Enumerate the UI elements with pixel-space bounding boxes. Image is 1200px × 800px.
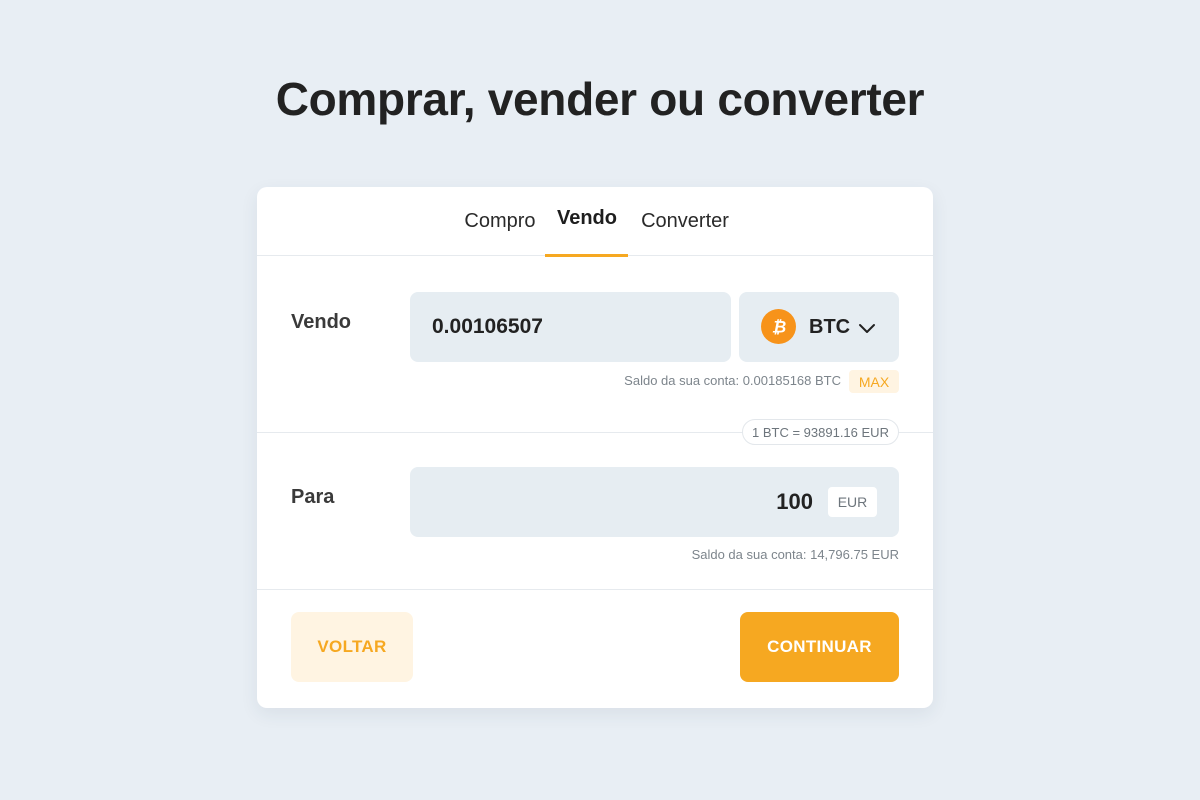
chevron-down-icon xyxy=(857,318,877,338)
sell-amount-value: 0.00106507 xyxy=(432,315,543,338)
exchange-rate-badge: 1 BTC = 93891.16 EUR xyxy=(742,419,899,445)
tab-buy[interactable]: Compro xyxy=(455,187,545,256)
tab-convert[interactable]: Converter xyxy=(635,187,735,256)
coin-selector-label: BTC xyxy=(809,315,851,338)
continue-button[interactable]: CONTINUAR xyxy=(740,612,899,682)
sell-amount-input[interactable]: 0.00106507 xyxy=(410,292,731,362)
currency-tag: EUR xyxy=(828,487,877,517)
svg-text:₿: ₿ xyxy=(771,317,785,336)
sell-row-label: Vendo xyxy=(291,311,352,333)
page-title: Comprar, vender ou converter xyxy=(275,73,925,125)
receive-balance-text: Saldo da sua conta: 14,796.75 EUR xyxy=(691,547,899,562)
tab-sell[interactable]: Vendo xyxy=(545,187,629,256)
sell-balance-text: Saldo da sua conta: 0.00185168 BTC xyxy=(624,373,841,388)
coin-selector[interactable]: ₿ BTC xyxy=(739,292,899,362)
footer-divider xyxy=(257,589,933,590)
receive-amount-input[interactable]: 100 EUR xyxy=(410,467,899,537)
back-button[interactable]: VOLTAR xyxy=(291,612,413,682)
trade-card: Compro Vendo Converter Vendo 0.00106507 … xyxy=(257,187,933,708)
bitcoin-icon: ₿ xyxy=(761,309,796,344)
max-button[interactable]: MAX xyxy=(849,370,899,393)
active-tab-indicator xyxy=(545,254,628,257)
receive-row-label: Para xyxy=(291,486,335,508)
receive-amount-value: 100 xyxy=(776,489,813,514)
trade-tabs: Compro Vendo Converter xyxy=(257,187,933,257)
